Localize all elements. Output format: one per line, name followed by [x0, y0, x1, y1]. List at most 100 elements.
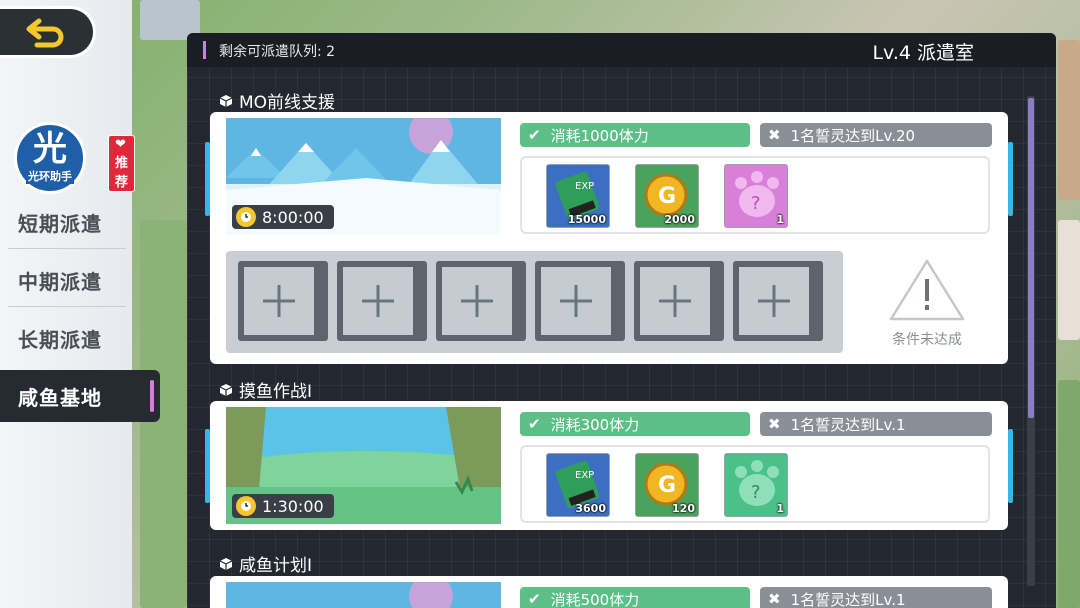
plus-icon	[659, 285, 691, 317]
requirement-cost: ✔ 消耗1000体力	[520, 123, 750, 147]
member-slot[interactable]	[238, 261, 328, 341]
cost-text: 消耗500体力	[550, 590, 640, 608]
reward-count: 3600	[575, 502, 606, 515]
check-icon: ✔	[528, 590, 541, 608]
mission-title: 咸鱼计划I	[219, 551, 312, 576]
recommend-label: 推荐	[115, 156, 129, 190]
helper-logo[interactable]: 光 光环助手	[14, 122, 86, 194]
exp-chip-icon[interactable]: EXP 15000	[546, 164, 610, 228]
logo-text: 光环助手	[26, 168, 74, 184]
timer-text: 8:00:00	[262, 207, 324, 227]
reward-count: 120	[672, 502, 695, 515]
mystery-paw-purple-icon[interactable]: ? 1	[724, 164, 788, 228]
cube-icon	[219, 383, 233, 396]
reward-count: 15000	[567, 213, 606, 226]
mission-title: 摸鱼作战I	[219, 377, 312, 402]
mission-card[interactable]: 1:30:00 ✔ 消耗300体力 ✖ 1名誓灵达到Lv.1 EXP 3600 …	[205, 401, 1013, 530]
bg-building	[1058, 40, 1080, 200]
header-accent	[203, 41, 206, 59]
nav-item-salted-fish-base[interactable]: 咸鱼基地	[0, 370, 160, 422]
requirement-level: ✖ 1名誓灵达到Lv.20	[760, 123, 992, 147]
rewards-box: EXP 3600 G 120 ? 1	[520, 445, 990, 523]
requirement-text: 1名誓灵达到Lv.1	[790, 590, 906, 608]
member-slot[interactable]	[535, 261, 625, 341]
member-slots	[226, 251, 843, 353]
svg-text:?: ?	[751, 482, 761, 503]
scroll-thumb[interactable]	[1028, 98, 1034, 418]
check-icon: ✔	[528, 126, 541, 144]
cube-icon	[219, 557, 233, 570]
member-slot[interactable]	[436, 261, 526, 341]
requirement-cost: ✔ 消耗500体力	[520, 587, 750, 608]
mission-timer: 8:00:00	[232, 205, 334, 229]
cost-text: 消耗1000体力	[550, 126, 649, 145]
back-arrow-icon	[26, 18, 63, 48]
nav-item-long[interactable]: 长期派遣	[0, 312, 126, 364]
requirement-text: 1名誓灵达到Lv.1	[790, 415, 906, 434]
mission-title-text: 咸鱼计划I	[239, 556, 313, 576]
room-title: Lv.4 派遣室	[872, 42, 974, 64]
cube-icon	[219, 94, 233, 107]
member-slot[interactable]	[337, 261, 427, 341]
queue-remaining: 剩余可派遣队列: 2	[219, 44, 336, 60]
nav-item-short[interactable]: 短期派遣	[0, 196, 126, 248]
mission-scene-snow	[226, 582, 501, 608]
nav-divider	[8, 306, 126, 307]
mission-title-text: MO前线支援	[239, 93, 336, 113]
warning-triangle-icon	[889, 259, 965, 321]
card-edge	[1008, 142, 1013, 216]
mission-title-text: 摸鱼作战I	[239, 382, 313, 402]
mission-card[interactable]: ✔ 消耗500体力 ✖ 1名誓灵达到Lv.1	[210, 576, 1008, 608]
requirement-level: ✖ 1名誓灵达到Lv.1	[760, 412, 992, 436]
mission-scene-snow: 8:00:00	[226, 118, 501, 235]
mission-scene-forest: 1:30:00	[226, 407, 501, 524]
cross-icon: ✖	[768, 590, 781, 608]
requirement-text: 1名誓灵达到Lv.20	[790, 126, 916, 145]
check-icon: ✔	[528, 415, 541, 433]
plus-icon	[461, 285, 493, 317]
nav-divider	[8, 248, 126, 249]
svg-text:G: G	[658, 473, 676, 498]
mystery-paw-green-icon[interactable]: ? 1	[724, 453, 788, 517]
logo-char: 光	[33, 129, 67, 169]
cost-text: 消耗300体力	[550, 415, 640, 434]
nav-item-medium[interactable]: 中期派遣	[0, 254, 126, 306]
recommend-badge: ❤ 推荐	[108, 135, 136, 192]
dispatch-panel: 剩余可派遣队列: 2 Lv.4 派遣室 MO前线支援 8:00:00 ✔ 消耗1…	[187, 33, 1056, 608]
card-edge	[205, 429, 210, 503]
svg-text:G: G	[658, 184, 676, 209]
scrollbar[interactable]	[1027, 96, 1035, 586]
mission-card[interactable]: 8:00:00 ✔ 消耗1000体力 ✖ 1名誓灵达到Lv.20 EXP 150…	[205, 112, 1013, 364]
requirement-level: ✖ 1名誓灵达到Lv.1	[760, 587, 992, 608]
requirement-cost: ✔ 消耗300体力	[520, 412, 750, 436]
rewards-box: EXP 15000 G 2000 ? 1	[520, 156, 990, 234]
plus-icon	[758, 285, 790, 317]
header-bar: 剩余可派遣队列: 2 Lv.4 派遣室	[187, 33, 1056, 67]
back-button[interactable]	[0, 6, 96, 58]
condition-warning: 条件未达成	[882, 257, 972, 357]
svg-text:?: ?	[751, 193, 761, 214]
timer-text: 1:30:00	[262, 496, 324, 516]
mission-timer: 1:30:00	[232, 494, 334, 518]
mission-title: MO前线支援	[219, 88, 335, 113]
plus-icon	[560, 285, 592, 317]
exp-chip-icon[interactable]: EXP 3600	[546, 453, 610, 517]
bg-building	[1058, 220, 1080, 340]
gold-coin-icon[interactable]: G 120	[635, 453, 699, 517]
fire-icon: ❤	[115, 137, 126, 152]
reward-count: 1	[776, 502, 784, 515]
plus-icon	[362, 285, 394, 317]
warning-text: 条件未达成	[892, 332, 962, 348]
bg-grass	[1058, 380, 1080, 608]
reward-count: 1	[776, 213, 784, 226]
reward-count: 2000	[664, 213, 695, 226]
svg-text:EXP: EXP	[575, 470, 594, 481]
alarm-clock-icon	[236, 496, 256, 516]
cross-icon: ✖	[768, 126, 781, 144]
member-slot[interactable]	[733, 261, 823, 341]
card-edge	[205, 142, 210, 216]
member-slot[interactable]	[634, 261, 724, 341]
cross-icon: ✖	[768, 415, 781, 433]
gold-coin-icon[interactable]: G 2000	[635, 164, 699, 228]
plus-icon	[263, 285, 295, 317]
